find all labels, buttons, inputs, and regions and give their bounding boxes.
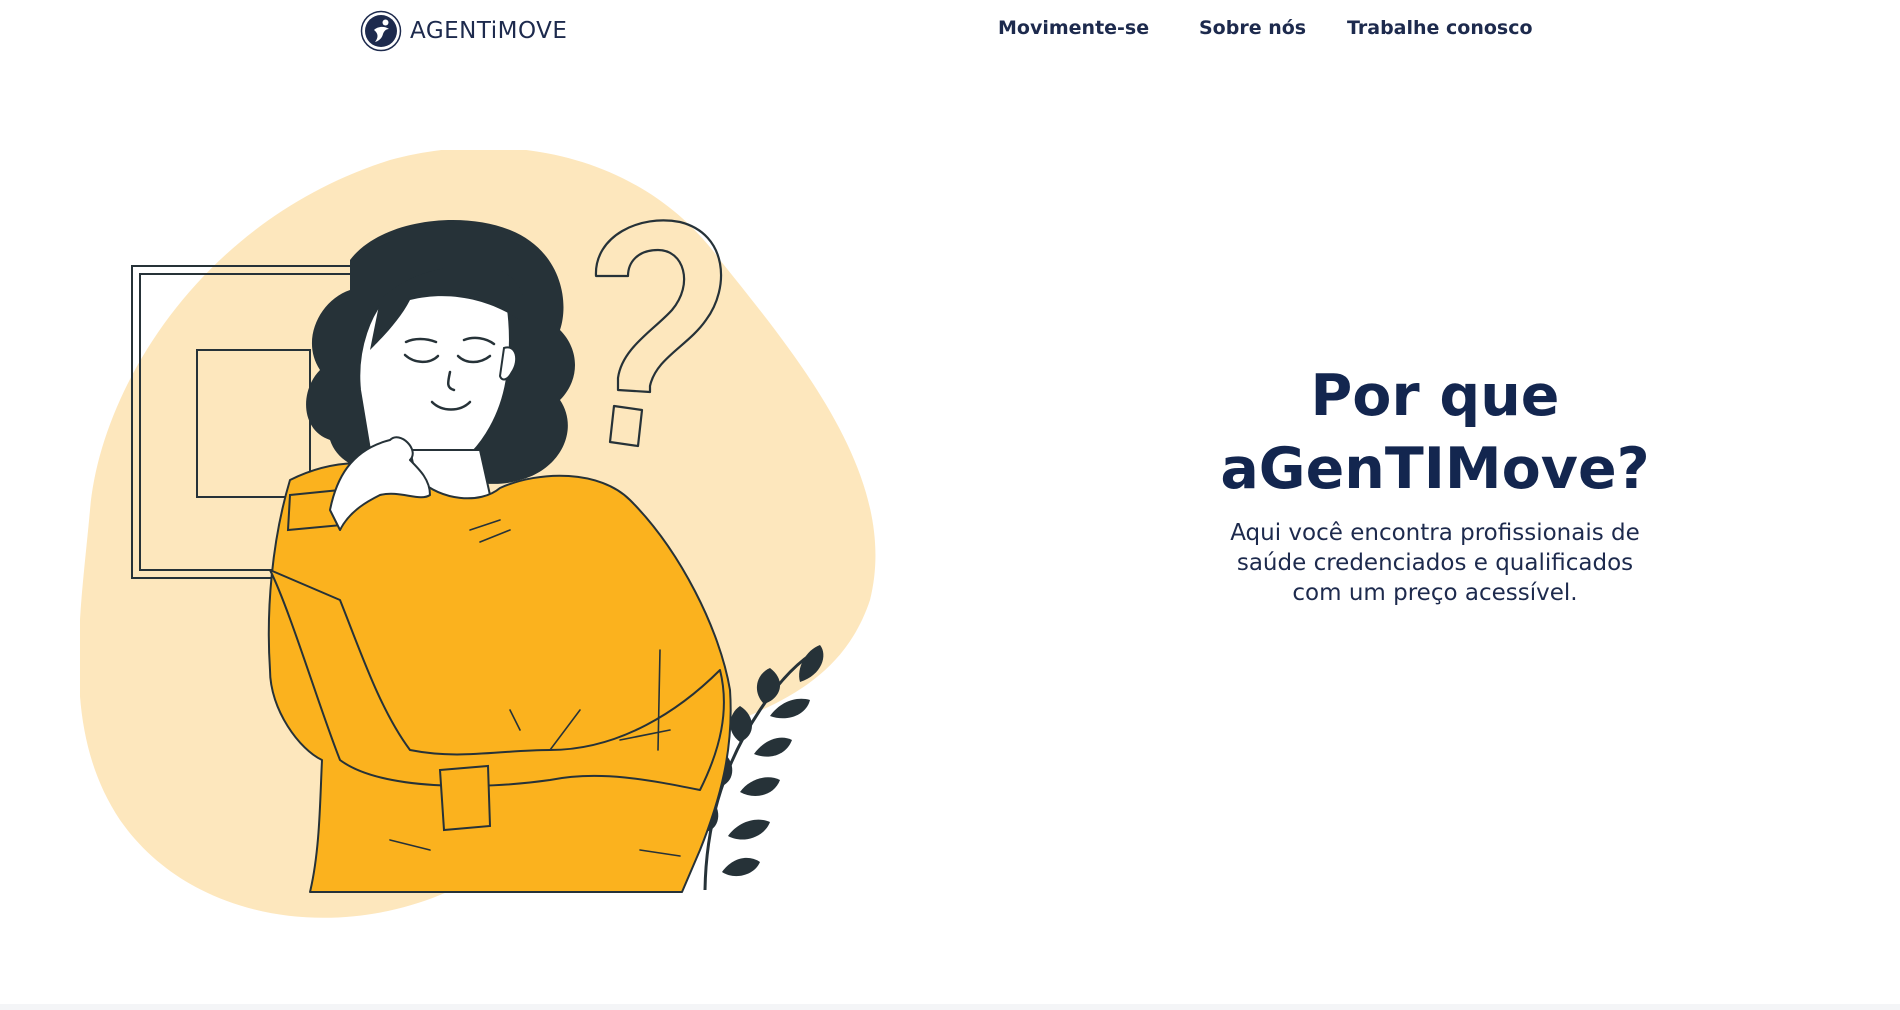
nav-link-movimente-se[interactable]: Movimente-se xyxy=(998,17,1149,39)
nav-link-trabalhe-conosco[interactable]: Trabalhe conosco xyxy=(1347,17,1533,39)
site-header: AGENTiMOVE Movimente-se Sobre nós Trabal… xyxy=(0,0,1900,62)
thinking-woman-illustration xyxy=(80,150,876,918)
nav-link-sobre-nos[interactable]: Sobre nós xyxy=(1199,17,1306,39)
hero-description: Aqui você encontra profissionais de saúd… xyxy=(1230,520,1640,606)
section-divider xyxy=(0,1004,1900,1010)
main-nav: Movimente-se Sobre nós Trabalhe conosco xyxy=(0,17,1900,43)
page: AGENTiMOVE Movimente-se Sobre nós Trabal… xyxy=(0,0,1900,1010)
hero-title: Por que aGenTIMove? xyxy=(1180,360,1690,506)
hero-section: Por que aGenTIMove? Aqui você encontra p… xyxy=(1180,360,1690,608)
hero-title-line-2: aGenTIMove? xyxy=(1220,436,1650,502)
hero-title-line-1: Por que xyxy=(1310,363,1560,429)
